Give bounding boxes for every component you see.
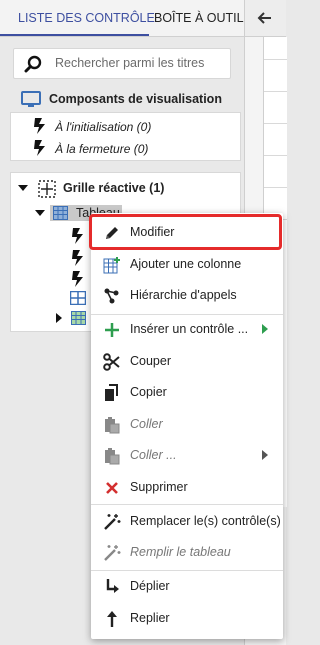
magic-wand-icon <box>104 514 121 530</box>
active-tab-indicator <box>0 34 149 36</box>
tree-expand-caret[interactable] <box>18 185 28 191</box>
search-icon <box>24 55 42 73</box>
editor-toolbar <box>245 0 286 37</box>
tab-boite-a-outils[interactable]: BOÎTE À OUTILS <box>154 0 252 36</box>
expand-icon <box>106 579 119 593</box>
submenu-arrow-icon <box>262 450 268 460</box>
menu-item-hierarchie[interactable]: Hiérarchie d'appels <box>91 280 283 311</box>
event-on-init[interactable]: À l'initialisation (0) <box>55 120 151 134</box>
add-column-icon <box>103 257 120 274</box>
menu-item-replier[interactable]: Replier <box>91 603 283 634</box>
events-panel: À l'initialisation (0) À la fermeture (0… <box>10 112 241 161</box>
lightning-icon <box>72 228 83 244</box>
lightning-icon <box>72 250 83 266</box>
search-box <box>13 48 231 79</box>
tab-liste-des-controles[interactable]: LISTE DES CONTRÔLE <box>18 0 155 36</box>
search-input[interactable] <box>55 54 225 72</box>
menu-item-coller[interactable]: Coller <box>91 409 283 440</box>
lightning-icon <box>72 271 83 287</box>
paste-icon <box>105 448 120 465</box>
visualization-section-title: Composants de visualisation <box>49 92 222 106</box>
menu-item-inserer-controle[interactable]: Insérer un contrôle ... <box>91 314 283 345</box>
table-icon <box>53 206 68 220</box>
submenu-arrow-icon <box>262 324 268 334</box>
back-arrow-icon[interactable] <box>257 10 273 26</box>
menu-item-ajouter-colonne[interactable]: Ajouter une colonne <box>91 249 283 280</box>
menu-item-remplir-tableau[interactable]: Remplir le tableau <box>91 537 283 568</box>
plus-icon <box>105 323 119 337</box>
layout-icon <box>70 291 86 305</box>
collapse-icon <box>107 611 117 627</box>
menu-item-remplacer[interactable]: Remplacer le(s) contrôle(s) <box>91 506 283 537</box>
lightning-icon <box>34 140 45 156</box>
event-on-close[interactable]: À la fermeture (0) <box>55 142 148 156</box>
delete-icon <box>106 482 118 494</box>
menu-item-coller-special[interactable]: Coller ... <box>91 440 283 471</box>
hierarchy-icon <box>104 288 119 304</box>
menu-item-couper[interactable]: Couper <box>91 346 283 377</box>
tab-bar: LISTE DES CONTRÔLE BOÎTE À OUTILS <box>0 0 252 37</box>
menu-item-deplier[interactable]: Déplier <box>91 571 283 602</box>
scissors-icon <box>103 353 120 371</box>
menu-item-supprimer[interactable]: Supprimer <box>91 472 283 503</box>
tree-expand-caret-child[interactable] <box>35 210 45 216</box>
tree-root-label[interactable]: Grille réactive (1) <box>63 181 164 195</box>
tree-collapsed-caret[interactable] <box>56 313 62 323</box>
menu-item-copier[interactable]: Copier <box>91 377 283 408</box>
copy-icon <box>105 384 118 401</box>
magic-wand-icon <box>104 545 121 561</box>
monitor-icon <box>21 91 41 107</box>
lightning-icon <box>34 118 45 134</box>
highlight-frame <box>89 214 282 250</box>
menu-separator <box>91 504 283 505</box>
table-icon <box>71 311 86 325</box>
context-menu: Modifier Ajouter une colonne Hiérarchie … <box>91 213 283 639</box>
responsive-grid-icon <box>38 180 56 198</box>
paste-icon <box>105 417 120 434</box>
